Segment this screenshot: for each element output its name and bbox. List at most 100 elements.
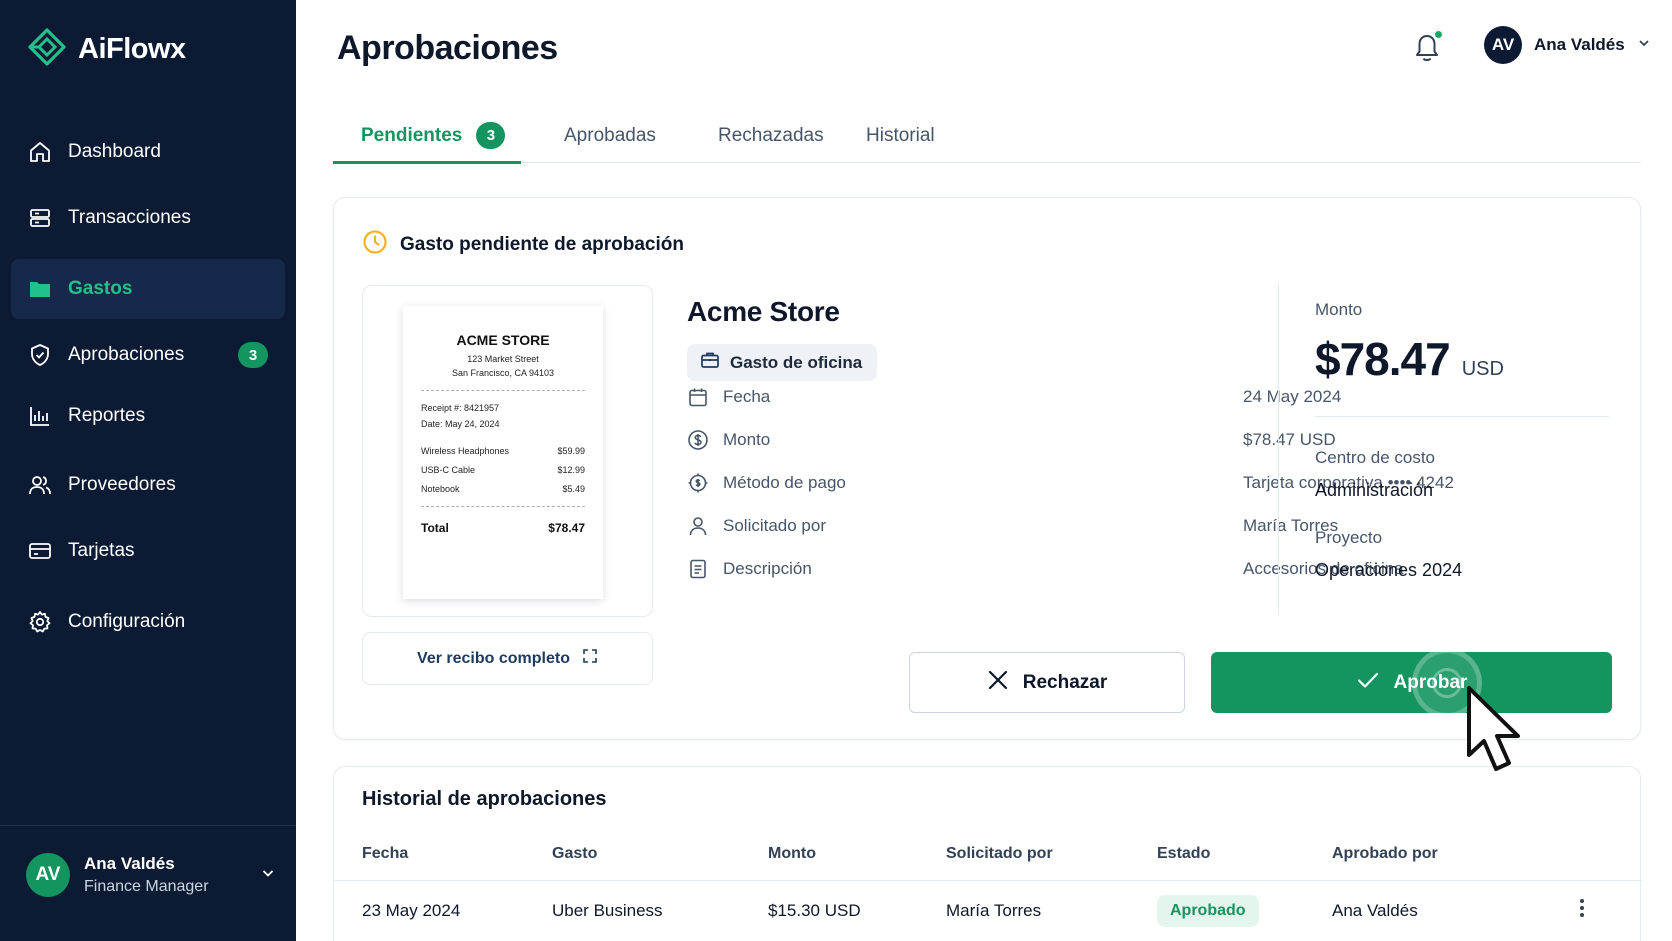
sidebar-item-tarjetas[interactable]: Tarjetas <box>11 521 285 581</box>
home-icon <box>28 140 52 164</box>
amount-display: $78.47 USD <box>1315 332 1504 386</box>
receipt-item: Notebook $5.49 <box>421 484 585 494</box>
sidebar-item-proveedores[interactable]: Proveedores <box>11 455 285 515</box>
avatar: AV <box>1484 26 1522 64</box>
project-value: Operaciones 2024 <box>1315 560 1463 580</box>
document-icon <box>687 558 709 580</box>
sidebar-user-menu[interactable]: AV Ana Valdés Finance Manager <box>26 853 276 897</box>
cell-monto: $15.30 USD <box>768 901 861 920</box>
folder-icon <box>28 277 52 301</box>
approve-button[interactable]: Aprobar <box>1211 652 1612 713</box>
column-header-estado[interactable]: Estado <box>1157 845 1210 863</box>
notification-dot <box>1434 30 1443 39</box>
cell-gasto: Uber Business <box>552 901 663 920</box>
tab-rechazadas[interactable]: Rechazadas <box>718 108 824 163</box>
tab-label: Historial <box>866 124 935 146</box>
approvals-count-badge: 3 <box>238 342 268 368</box>
brand[interactable]: AiFlowx <box>28 28 186 71</box>
user-menu[interactable]: AV Ana Valdés <box>1484 26 1651 64</box>
sidebar-item-reportes[interactable]: Reportes <box>11 386 285 446</box>
user-icon <box>687 515 709 537</box>
sidebar-item-gastos[interactable]: Gastos <box>11 259 285 319</box>
column-header-gasto[interactable]: Gasto <box>552 845 597 863</box>
cost-center-label: Centro de costo <box>1315 448 1436 467</box>
receipt-item: USB-C Cable $12.99 <box>421 465 585 475</box>
tab-label: Aprobadas <box>564 124 656 146</box>
row-actions-button[interactable] <box>1570 897 1594 923</box>
receipt-store: ACME STORE <box>456 332 550 348</box>
sidebar-item-configuracion[interactable]: Configuración <box>11 592 285 652</box>
receipt-image: ACME STORE 123 Market Street San Francis… <box>403 306 603 599</box>
credit-card-icon <box>28 539 52 563</box>
detail-row-solicitado-por: Solicitado por María Torres <box>687 511 1338 541</box>
payment-icon <box>687 472 709 494</box>
column-header-monto[interactable]: Monto <box>768 845 816 863</box>
chevron-down-icon <box>1637 36 1651 55</box>
detail-label: Descripción <box>723 559 812 578</box>
sidebar-item-label: Tarjetas <box>68 540 135 561</box>
receipt-item-price: $12.99 <box>557 465 585 475</box>
detail-row-metodo-pago: Método de pago Tarjeta corporativa •••• … <box>687 468 1454 498</box>
sidebar-item-aprobaciones[interactable]: Aprobaciones 3 <box>11 325 285 385</box>
briefcase-icon <box>700 350 720 375</box>
expand-icon <box>582 648 598 669</box>
detail-value: $78.47 USD <box>1243 430 1336 449</box>
tab-label: Pendientes <box>361 124 463 146</box>
active-tab-indicator <box>333 161 521 164</box>
bar-chart-icon <box>28 404 52 428</box>
tab-pendientes[interactable]: Pendientes 3 <box>361 108 506 163</box>
reject-button[interactable]: Rechazar <box>909 652 1185 713</box>
view-full-receipt-button[interactable]: Ver recibo completo <box>362 632 653 685</box>
category-label: Gasto de oficina <box>730 352 863 372</box>
receipt-divider <box>421 506 585 507</box>
pending-count-badge: 3 <box>476 122 506 149</box>
tab-aprobadas[interactable]: Aprobadas <box>564 108 656 163</box>
sidebar-item-dashboard[interactable]: Dashboard <box>11 122 285 182</box>
user-name: Ana Valdés <box>1534 35 1625 54</box>
users-icon <box>28 473 52 497</box>
column-header-aprobado-por[interactable]: Aprobado por <box>1332 845 1438 863</box>
logo-icon <box>28 28 66 71</box>
sidebar-item-label: Reportes <box>68 405 146 426</box>
amount-currency: USD <box>1461 358 1504 380</box>
chevron-down-icon[interactable] <box>260 865 276 886</box>
sidebar-item-label: Dashboard <box>68 141 161 162</box>
detail-value: 24 May 2024 <box>1243 387 1342 406</box>
column-header-fecha[interactable]: Fecha <box>362 845 408 863</box>
receipt-number: Receipt #: 8421957 <box>421 403 500 413</box>
brand-name: AiFlowx <box>78 33 186 65</box>
amount-label: Monto <box>1315 300 1363 319</box>
receipt-divider <box>421 390 585 391</box>
cell-fecha: 23 May 2024 <box>362 901 461 920</box>
sidebar-item-label: Proveedores <box>68 474 176 495</box>
receipt-item: Wireless Headphones $59.99 <box>421 446 585 456</box>
receipt-preview[interactable]: ACME STORE 123 Market Street San Francis… <box>362 285 653 617</box>
tab-historial[interactable]: Historial <box>866 108 935 163</box>
notifications-button[interactable] <box>1411 30 1443 64</box>
detail-label: Monto <box>723 430 771 449</box>
sidebar-divider <box>0 825 296 826</box>
bell-icon <box>1411 35 1443 68</box>
receipt-total: Total $78.47 <box>421 521 585 535</box>
more-vertical-icon <box>1579 898 1585 923</box>
page-title: Aprobaciones <box>337 29 558 67</box>
sidebar-item-label: Configuración <box>68 611 186 632</box>
receipt-date: Date: May 24, 2024 <box>421 419 500 429</box>
tab-label: Rechazadas <box>718 124 824 146</box>
detail-row-descripcion: Descripción Accesorios de oficina <box>687 554 1404 584</box>
cell-aprobado-por: Ana Valdés <box>1332 901 1418 920</box>
receipt-item-price: $59.99 <box>557 446 585 456</box>
sidebar-item-label: Gastos <box>68 278 133 299</box>
transactions-icon <box>28 206 52 230</box>
detail-label: Fecha <box>723 387 771 406</box>
receipt-item-name: USB-C Cable <box>421 465 476 475</box>
column-header-solicitado-por[interactable]: Solicitado por <box>946 845 1053 863</box>
view-full-receipt-label: Ver recibo completo <box>417 649 570 667</box>
amount-divider <box>1315 416 1609 417</box>
calendar-icon <box>687 386 709 408</box>
table-divider <box>334 880 1642 881</box>
sidebar-item-transacciones[interactable]: Transacciones <box>11 188 285 248</box>
receipt-item-name: Wireless Headphones <box>421 446 510 456</box>
sidebar-item-label: Transacciones <box>68 207 191 228</box>
project-label: Proyecto <box>1315 528 1383 547</box>
